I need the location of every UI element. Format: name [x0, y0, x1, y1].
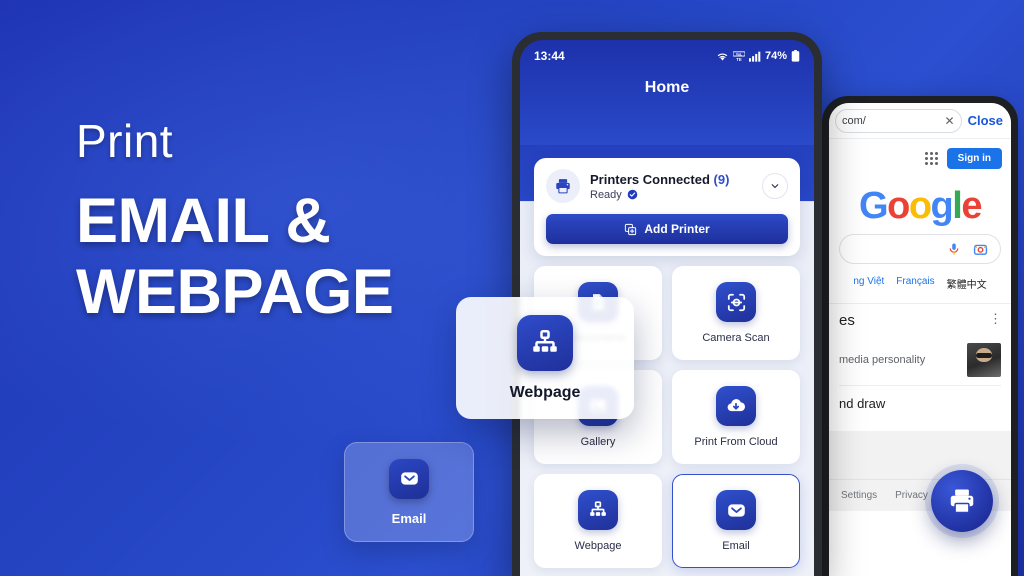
floating-email-card[interactable]: Email — [344, 442, 474, 542]
add-printer-button[interactable]: Add Printer — [546, 214, 788, 244]
printer-status-text: Printers Connected (9) Ready — [590, 172, 752, 201]
printer-status-line: Ready — [590, 189, 752, 201]
cloud-download-icon — [716, 386, 756, 426]
printer-status-card[interactable]: Printers Connected (9) Ready Add Printer — [534, 158, 800, 256]
marketing-copy: Print EMAIL & WEBPAGE — [76, 118, 506, 324]
footer-link-settings[interactable]: Settings — [841, 490, 877, 501]
tile-webpage[interactable]: Webpage — [534, 474, 662, 568]
print-fab-button[interactable] — [931, 470, 993, 532]
printer-title: Printers Connected (9) — [590, 172, 752, 187]
sitemap-icon — [517, 314, 573, 371]
headline-line-2: WEBPAGE — [76, 257, 394, 327]
tile-email[interactable]: Email — [672, 474, 800, 568]
tile-camera-scan[interactable]: Camera Scan — [672, 266, 800, 360]
url-bar[interactable]: com/ ✕ — [835, 108, 962, 133]
logo-char-l: l — [952, 185, 963, 227]
status-time: 13:44 — [534, 49, 565, 63]
result-card: ⋮ es media personality nd draw — [829, 303, 1011, 431]
printer-status-label: Ready — [590, 188, 622, 201]
add-square-icon — [624, 223, 637, 236]
tile-label: Camera Scan — [702, 332, 770, 344]
camera-lens-icon[interactable] — [973, 242, 988, 257]
app-hero: 13:44 VoL TE 74% Home — [520, 40, 814, 145]
envelope-icon — [716, 490, 756, 530]
url-text: com/ — [842, 114, 866, 127]
footer-spacer — [829, 431, 1011, 479]
floating-webpage-label: Webpage — [509, 383, 581, 401]
envelope-icon — [389, 458, 429, 499]
tile-label: Email — [722, 540, 750, 552]
chevron-down-icon[interactable] — [762, 173, 788, 199]
sitemap-icon — [578, 490, 618, 530]
browser-close-button[interactable]: Close — [968, 113, 1003, 128]
headline-line-1: EMAIL & — [76, 186, 331, 256]
sign-in-button[interactable]: Sign in — [946, 148, 1002, 169]
logo-char-g2: g — [930, 185, 954, 227]
logo-char-o1: o — [887, 185, 910, 227]
printer-title-text: Printers Connected — [590, 171, 710, 187]
kicker-text: Print — [76, 115, 174, 167]
scan-frame-icon — [716, 282, 756, 322]
add-printer-label: Add Printer — [644, 222, 710, 236]
printer-icon — [546, 169, 580, 203]
app-bar-title: Home — [644, 79, 690, 96]
grid-apps-icon[interactable] — [924, 152, 938, 165]
svg-text:VoL: VoL — [736, 52, 742, 56]
svg-text:TE: TE — [736, 56, 742, 61]
google-logo: Google — [829, 185, 1011, 228]
tile-label: Webpage — [574, 540, 622, 552]
battery-level-text: 74% — [764, 50, 787, 62]
check-badge-icon — [627, 189, 638, 200]
battery-icon — [791, 50, 800, 62]
result-person-row[interactable]: media personality — [839, 343, 1001, 386]
google-search-input[interactable] — [839, 234, 1001, 264]
poster-canvas: Print EMAIL & WEBPAGE Email com/ ✕ Close — [0, 0, 1024, 576]
footer-link-privacy[interactable]: Privacy — [895, 490, 928, 501]
google-header: Sign in — [829, 139, 1011, 171]
tile-print-from-cloud[interactable]: Print From Cloud — [672, 370, 800, 464]
printer-icon — [947, 486, 977, 516]
volte-icon: VoL TE — [732, 50, 745, 62]
wifi-icon — [716, 51, 729, 62]
phone-right-frame: com/ ✕ Close Sign in Google ng Việt Fran… — [822, 96, 1018, 576]
floating-email-label: Email — [391, 510, 427, 526]
lang-link-1[interactable]: Français — [896, 276, 934, 291]
tile-label: Gallery — [580, 436, 616, 448]
page-title: EMAIL & WEBPAGE — [76, 190, 506, 324]
printer-status-row: Printers Connected (9) Ready — [546, 169, 788, 203]
result-card-title: es — [839, 312, 855, 329]
logo-char-e: e — [961, 185, 982, 227]
status-bar: 13:44 VoL TE 74% — [520, 40, 814, 63]
signal-bars-icon — [748, 51, 761, 62]
tile-label: Print From Cloud — [694, 436, 778, 448]
status-icons: VoL TE 74% — [716, 50, 800, 62]
printer-count: (9) — [713, 171, 730, 187]
person-photo — [967, 343, 1001, 377]
lang-link-2[interactable]: 繁體中文 — [947, 276, 987, 291]
lang-link-0[interactable]: ng Việt — [853, 276, 884, 291]
logo-char-g1: G — [859, 185, 889, 227]
browser-toolbar: com/ ✕ Close — [829, 103, 1011, 139]
result-person-subtitle: media personality — [839, 354, 926, 366]
close-icon[interactable]: ✕ — [942, 114, 955, 128]
microphone-icon[interactable] — [947, 242, 961, 256]
floating-webpage-card[interactable]: Webpage — [456, 297, 634, 419]
more-vertical-icon[interactable]: ⋮ — [989, 312, 1002, 325]
phone-right-screen: com/ ✕ Close Sign in Google ng Việt Fran… — [829, 103, 1011, 576]
logo-char-o2: o — [908, 185, 932, 227]
language-links: ng Việt Français 繁體中文 — [829, 276, 1011, 291]
result-second-row: nd draw — [839, 396, 886, 411]
